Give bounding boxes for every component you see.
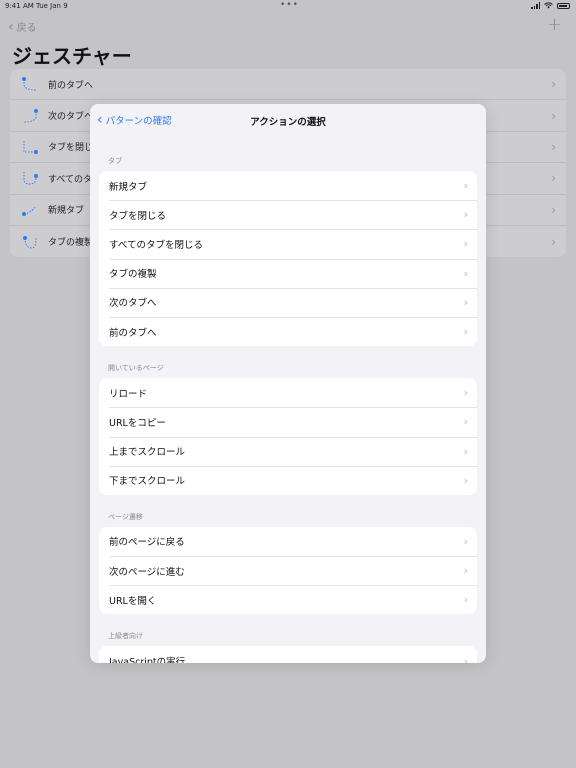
gesture-label: すべてのタ — [48, 174, 93, 185]
section-header-advanced: 上級者向け — [108, 632, 143, 641]
action-label: 新規タブ — [109, 181, 148, 193]
chevron-right-icon: › — [551, 108, 556, 123]
action-item[interactable]: すべてのタブを閉じる › — [99, 229, 477, 258]
gesture-new-tab-icon — [22, 205, 37, 216]
gesture-label: 前のタブへ — [48, 80, 94, 91]
chevron-right-icon: › — [463, 325, 468, 339]
action-item[interactable]: URLをコピー › — [99, 407, 477, 436]
chevron-right-icon: › — [463, 208, 468, 222]
action-item[interactable]: 次のタブへ › — [99, 287, 477, 317]
action-group-open-page: リロード › URLをコピー › 上までスクロール › 下までスクロール › — [99, 378, 477, 495]
gesture-duplicate-icon — [23, 235, 37, 249]
action-label: 前のページに戻る — [109, 537, 185, 549]
action-label: 上までスクロール — [109, 447, 186, 459]
section-header-open-page: 開いているページ — [108, 364, 164, 373]
action-label: JavaScriptの実行 — [109, 657, 186, 663]
cellular-signal-icon — [531, 2, 540, 9]
action-label: URLを開く — [109, 595, 157, 607]
chevron-right-icon: › — [551, 139, 556, 154]
chevron-right-icon: › — [551, 202, 556, 217]
chevron-right-icon: › — [463, 266, 468, 280]
chevron-right-icon: › — [551, 171, 556, 186]
chevron-right-icon: › — [463, 654, 468, 663]
chevron-right-icon: › — [463, 179, 468, 193]
action-select-sheet: ‹ パターンの確認 アクションの選択 タブ 新規タブ › タブを閉じる › すべての… — [90, 104, 486, 663]
chevron-right-icon: › — [463, 564, 468, 578]
section-header-tabs: タブ — [108, 157, 122, 165]
sheet-title: アクションの選択 — [250, 117, 326, 128]
chevron-right-icon: › — [463, 444, 468, 458]
gesture-close-all-icon — [23, 172, 38, 185]
action-label: URLをコピー — [109, 417, 166, 429]
chevron-right-icon: › — [463, 237, 468, 251]
add-gesture-button[interactable]: + — [547, 14, 562, 35]
section-header-navigation: ページ遷移 — [108, 512, 143, 521]
gesture-label: 新規タブ — [48, 206, 85, 217]
action-item[interactable]: 上までスクロール › — [99, 436, 477, 466]
action-item[interactable]: URLを開く › — [99, 585, 477, 614]
action-label: 下までスクロール — [109, 476, 186, 488]
action-item[interactable]: 前のタブへ › — [99, 316, 477, 346]
action-label: すべてのタブを閉じる — [109, 239, 203, 251]
back-label: 戻る — [16, 23, 37, 34]
chevron-left-icon: ‹ — [8, 18, 14, 35]
back-button[interactable]: ‹ 戻る — [8, 18, 37, 35]
gesture-right-icon — [23, 108, 38, 123]
action-item[interactable]: タブの複製 › — [99, 258, 477, 288]
status-bar: 9:41 AM Tue Jan 9 ••• — [0, 0, 576, 12]
chevron-right-icon: › — [463, 473, 468, 487]
action-label: タブを閉じる — [109, 210, 167, 222]
action-item[interactable]: 前のページに戻る › — [99, 527, 477, 556]
chevron-right-icon: › — [551, 77, 556, 92]
status-date: Tue Jan 9 — [36, 2, 68, 10]
gesture-close-icon — [23, 140, 38, 154]
gesture-row[interactable]: 前のタブへ › — [10, 69, 566, 101]
action-item[interactable]: JavaScriptの実行 › — [99, 646, 477, 663]
action-group-navigation: 前のページに戻る › 次のページに進む › URLを開く › — [99, 526, 477, 615]
action-label: 次のページに進む — [109, 566, 185, 578]
battery-icon — [557, 2, 570, 9]
gesture-label: 次のタブへ — [48, 112, 94, 123]
action-item[interactable]: 次のページに進む › — [99, 556, 477, 585]
chevron-right-icon: › — [463, 534, 468, 548]
action-item[interactable]: リロード › — [99, 378, 477, 407]
chevron-right-icon: › — [463, 593, 468, 607]
chevron-right-icon: › — [463, 415, 468, 429]
status-indicators — [531, 2, 570, 9]
chevron-right-icon: › — [463, 295, 468, 309]
action-group-tabs: 新規タブ › タブを閉じる › すべてのタブを閉じる › タブの複製 › 次のタブへ › … — [99, 171, 477, 347]
page-title: ジェスチャー — [12, 44, 132, 68]
action-label: リロード — [109, 388, 148, 400]
action-label: 次のタブへ — [109, 298, 157, 310]
action-group-advanced: JavaScriptの実行 › — [99, 646, 477, 663]
action-item[interactable]: 下までスクロール › — [99, 465, 477, 495]
action-label: 前のタブへ — [109, 327, 157, 339]
gesture-left-icon — [22, 77, 37, 91]
chevron-right-icon: › — [551, 234, 556, 249]
action-label: タブの複製 — [109, 269, 157, 281]
status-time: 9:41 AM — [5, 2, 34, 10]
multitasking-dots-icon[interactable]: ••• — [280, 0, 299, 10]
chevron-right-icon: › — [463, 386, 468, 400]
sheet-header: ‹ パターンの確認 アクションの選択 — [90, 104, 486, 136]
action-item[interactable]: タブを閉じる › — [99, 200, 477, 229]
action-item[interactable]: 新規タブ › — [99, 171, 477, 200]
gesture-label: タブの複製 — [48, 238, 94, 249]
wifi-icon — [544, 2, 553, 9]
gesture-label: タブを閉じ — [48, 143, 94, 154]
